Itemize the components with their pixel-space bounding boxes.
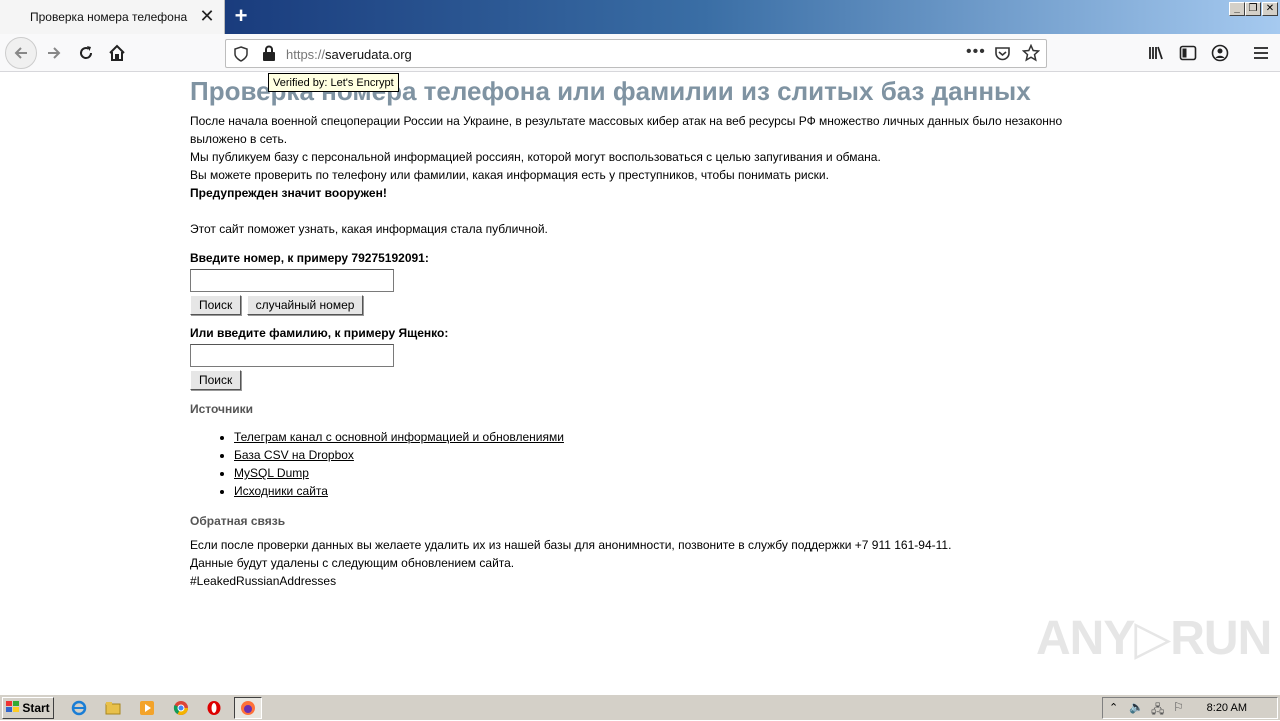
- hashtag-text: #LeakedRussianAddresses: [190, 574, 337, 588]
- network-icon[interactable]: 🖧: [1151, 700, 1164, 721]
- reload-icon: [80, 46, 93, 59]
- restore-button[interactable]: ❐: [1245, 2, 1261, 16]
- sources-list: Телеграм канал с основной информацией и …: [234, 428, 1090, 500]
- sources-heading: Источники: [190, 402, 254, 416]
- tab-active[interactable]: Проверка номера телефона ✕: [0, 0, 225, 34]
- firefox-icon: [241, 701, 255, 715]
- back-arrow-icon: [14, 47, 27, 59]
- navigation-toolbar: https://saverudata.org •••: [0, 34, 1280, 72]
- list-item: MySQL Dump: [234, 464, 1090, 482]
- account-icon[interactable]: [1206, 40, 1234, 66]
- taskbar: Start ⌃ 🔈 🖧 ⚐ 8:20 AM: [0, 694, 1280, 720]
- back-button[interactable]: [5, 37, 37, 69]
- new-tab-button[interactable]: +: [230, 4, 252, 28]
- source-link-telegram[interactable]: Телеграм канал с основной информацией и …: [234, 430, 564, 444]
- reload-button[interactable]: [72, 40, 100, 66]
- page-actions-icon[interactable]: •••: [966, 44, 986, 60]
- surname-search-form: Или введите фамилию, к примеру Ященко: П…: [190, 325, 1090, 390]
- feedback-heading: Обратная связь: [190, 514, 286, 528]
- list-item: Исходники сайта: [234, 482, 1090, 500]
- minimize-button[interactable]: _: [1229, 2, 1245, 16]
- sidebar-icon[interactable]: [1174, 40, 1202, 66]
- intro-paragraph-1: После начала военной спецоперации России…: [190, 114, 1063, 146]
- home-icon: [109, 44, 125, 61]
- close-window-button[interactable]: ✕: [1262, 2, 1278, 16]
- url-host: saverudata.org: [325, 47, 412, 62]
- surname-label: Или введите фамилию, к примеру Ященко:: [190, 326, 449, 340]
- surname-input[interactable]: [190, 344, 394, 367]
- source-link-mysql[interactable]: MySQL Dump: [234, 466, 309, 480]
- phone-label: Введите номер, к примеру 79275192091:: [190, 251, 429, 265]
- library-icon[interactable]: [1143, 40, 1171, 66]
- list-item: Телеграм канал с основной информацией и …: [234, 428, 1090, 446]
- url-text[interactable]: https://saverudata.org: [286, 47, 412, 62]
- source-link-csv[interactable]: База CSV на Dropbox: [234, 448, 354, 462]
- feedback-line-1: Если после проверки данных вы желаете уд…: [190, 538, 952, 552]
- list-item: База CSV на Dropbox: [234, 446, 1090, 464]
- phone-search-form: Введите номер, к примеру 79275192091: По…: [190, 250, 1090, 315]
- home-button[interactable]: [103, 40, 131, 66]
- tray-expand-icon[interactable]: ⌃: [1109, 701, 1118, 714]
- source-link-site-source[interactable]: Исходники сайта: [234, 484, 328, 498]
- media-player-icon[interactable]: [136, 698, 158, 718]
- intro-paragraph-3: Вы можете проверить по телефону или фами…: [190, 168, 829, 182]
- ie-icon[interactable]: [68, 698, 90, 718]
- windows-logo-icon: [6, 700, 20, 716]
- info-text: Этот сайт поможет узнать, какая информац…: [190, 222, 548, 236]
- opera-icon[interactable]: [203, 698, 225, 718]
- forward-button[interactable]: [40, 40, 68, 66]
- start-button[interactable]: Start: [2, 697, 54, 719]
- surname-search-button[interactable]: Поиск: [190, 370, 242, 390]
- volume-icon[interactable]: 🔈: [1129, 700, 1144, 714]
- anyrun-watermark: ANY▷RUN: [1036, 612, 1272, 665]
- start-label: Start: [22, 701, 50, 715]
- phone-search-button[interactable]: Поиск: [190, 295, 242, 315]
- forward-arrow-icon: [48, 47, 61, 59]
- flag-icon[interactable]: ⚐: [1173, 700, 1184, 714]
- pocket-icon[interactable]: [994, 45, 1011, 65]
- clock[interactable]: 8:20 AM: [1207, 702, 1247, 714]
- random-number-button[interactable]: случайный номер: [246, 295, 364, 315]
- address-bar[interactable]: https://saverudata.org •••: [225, 39, 1047, 68]
- warning-text: Предупрежден значит вооружен!: [190, 186, 387, 200]
- intro-paragraph-2: Мы публикуем базу с персональной информа…: [190, 150, 881, 164]
- tracking-shield-icon[interactable]: [234, 46, 248, 65]
- explorer-folder-icon[interactable]: [102, 698, 124, 718]
- browser-title-bar: Проверка номера телефона ✕ + _ ❐ ✕: [0, 0, 1280, 34]
- chrome-icon[interactable]: [170, 698, 192, 718]
- phone-input[interactable]: [190, 269, 394, 292]
- firefox-taskbar-button[interactable]: [234, 697, 262, 719]
- security-tooltip: Verified by: Let's Encrypt: [268, 73, 399, 92]
- system-tray: ⌃ 🔈 🖧 ⚐ 8:20 AM: [1102, 697, 1278, 719]
- page-content: Проверка номера телефона или фамилии из …: [190, 76, 1090, 590]
- url-scheme: https://: [286, 47, 326, 62]
- bookmark-star-icon[interactable]: [1021, 43, 1041, 65]
- feedback-line-2: Данные будут удалены с следующим обновле…: [190, 556, 515, 570]
- tab-close-icon[interactable]: ✕: [198, 6, 216, 26]
- menu-icon[interactable]: [1247, 40, 1275, 66]
- lock-icon[interactable]: [262, 45, 276, 65]
- tab-title: Проверка номера телефона: [30, 10, 188, 24]
